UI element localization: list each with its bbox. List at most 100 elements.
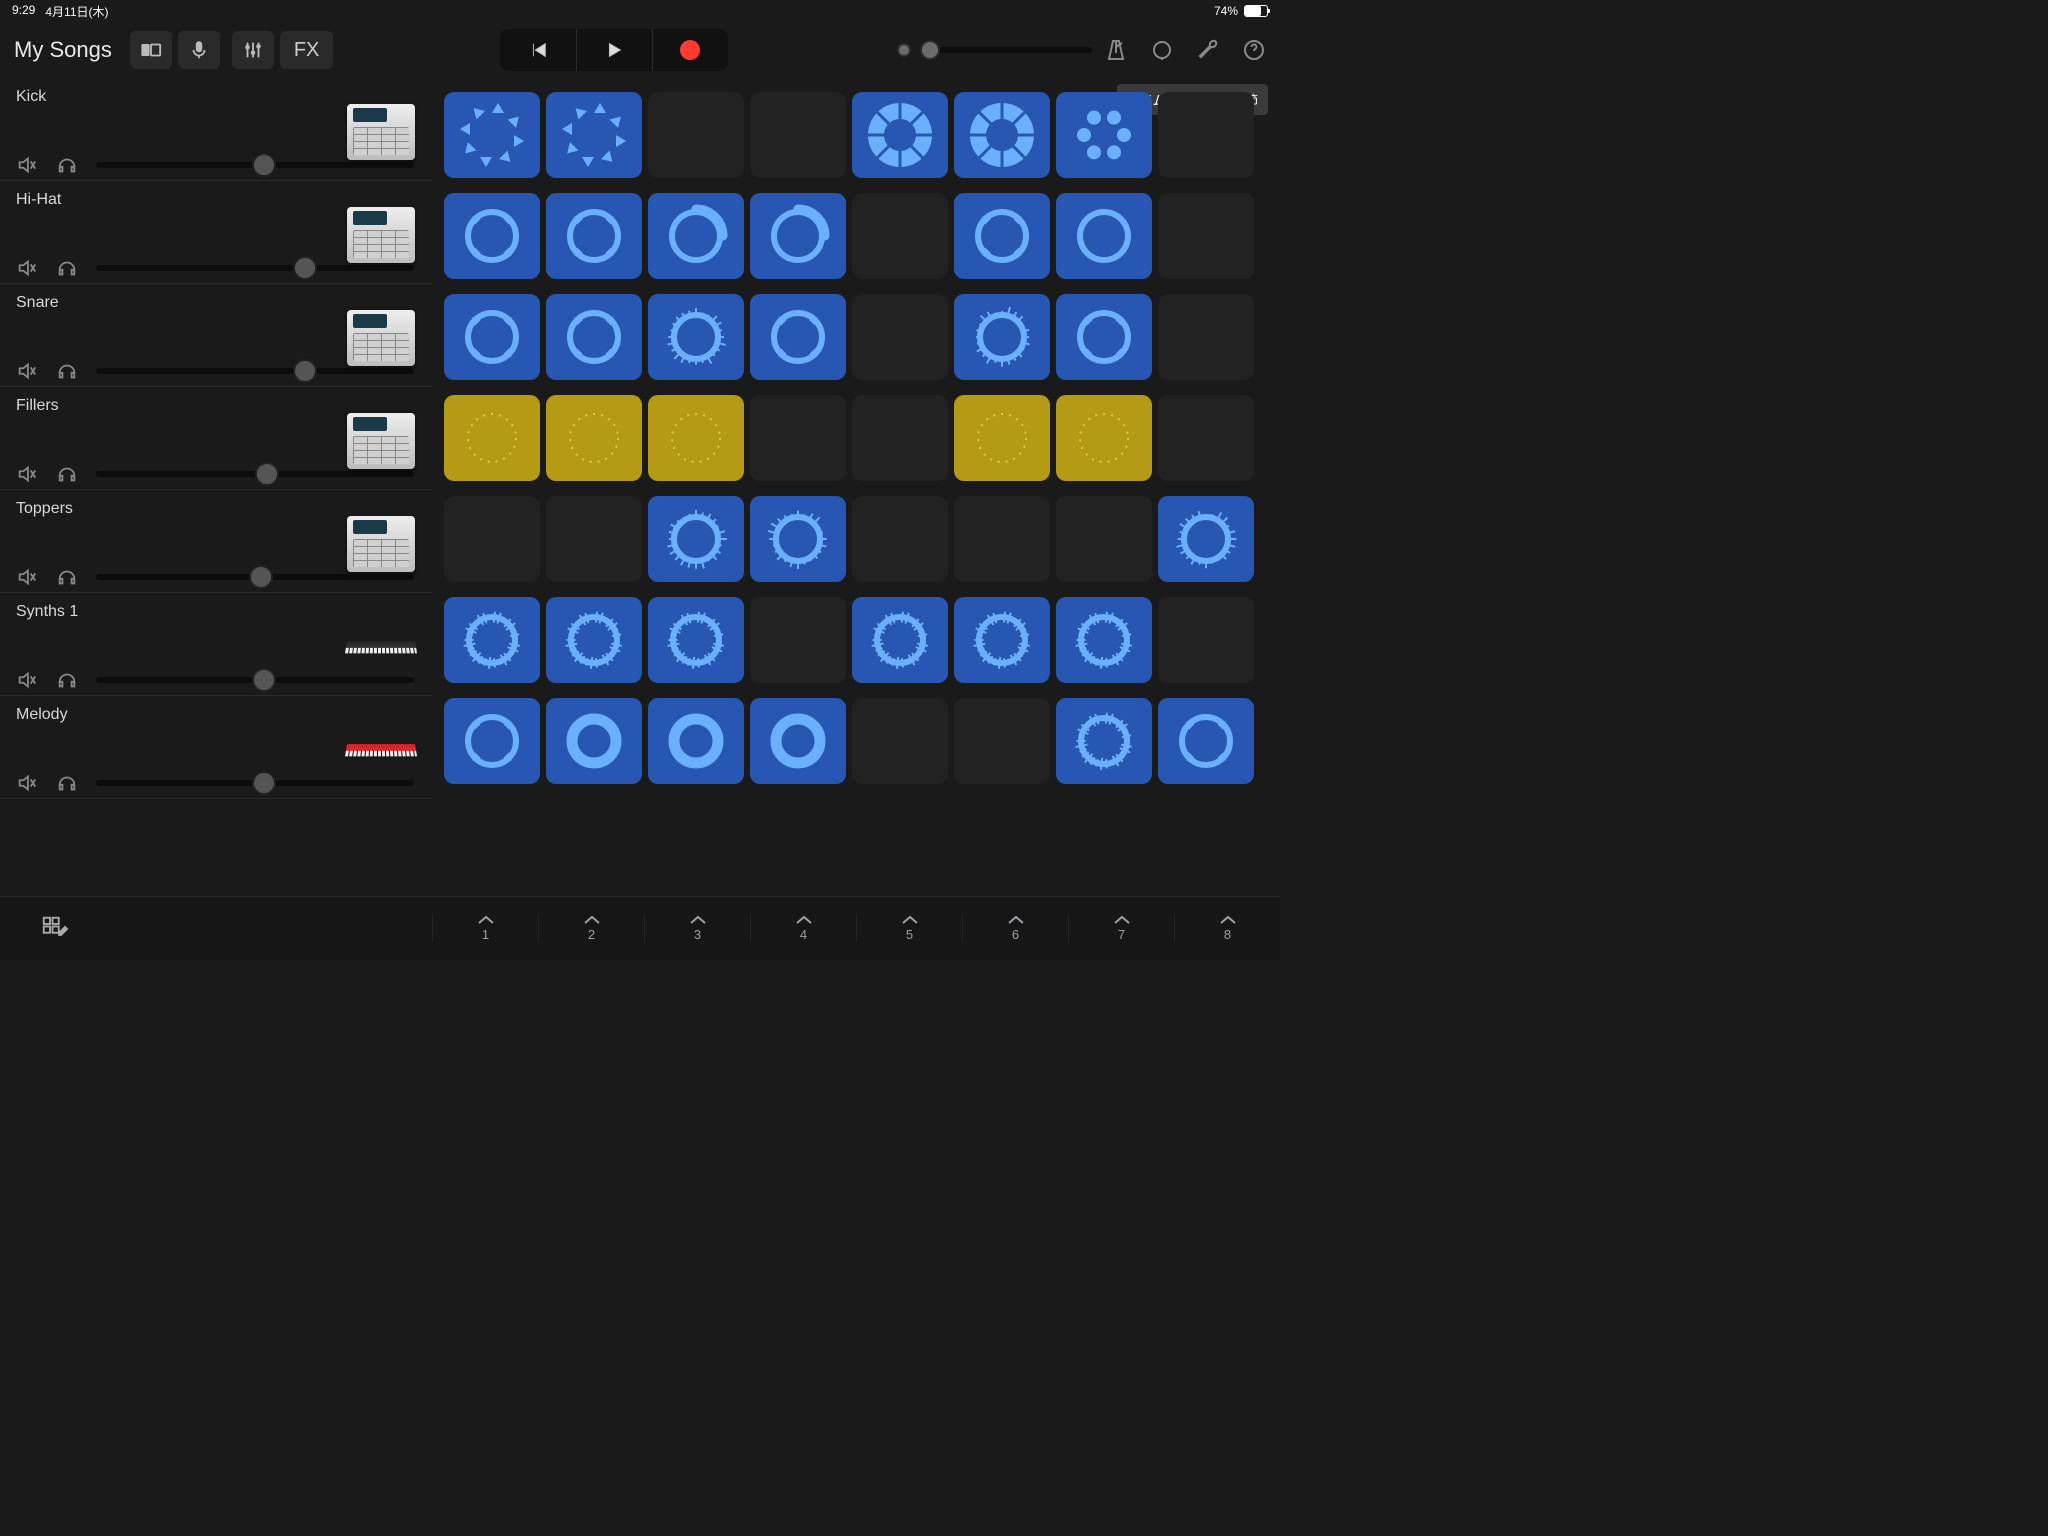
loop-cell[interactable] bbox=[444, 395, 540, 481]
loop-cell[interactable] bbox=[444, 193, 540, 279]
headphones-icon[interactable] bbox=[56, 257, 78, 279]
loop-cell[interactable] bbox=[954, 496, 1050, 582]
loop-cell[interactable] bbox=[750, 597, 846, 683]
mute-icon[interactable] bbox=[16, 463, 38, 485]
loop-cell[interactable] bbox=[648, 395, 744, 481]
mixer-button[interactable] bbox=[232, 31, 274, 69]
headphones-icon[interactable] bbox=[56, 669, 78, 691]
view-toggle-button[interactable] bbox=[130, 31, 172, 69]
loop-cell[interactable] bbox=[750, 698, 846, 784]
instrument-icon[interactable] bbox=[342, 203, 420, 267]
loop-cell[interactable] bbox=[1056, 193, 1152, 279]
loop-cell[interactable] bbox=[750, 294, 846, 380]
headphones-icon[interactable] bbox=[56, 772, 78, 794]
instrument-icon[interactable] bbox=[342, 306, 420, 370]
loop-cell[interactable] bbox=[1158, 698, 1254, 784]
settings-wrench-icon[interactable] bbox=[1196, 38, 1220, 62]
track-row[interactable]: Snare bbox=[0, 284, 432, 387]
loop-cell[interactable] bbox=[1158, 193, 1254, 279]
column-trigger[interactable]: 5 bbox=[856, 915, 962, 942]
loop-cell[interactable] bbox=[546, 496, 642, 582]
mute-icon[interactable] bbox=[16, 257, 38, 279]
loop-browser-icon[interactable] bbox=[1150, 38, 1174, 62]
loop-cell[interactable] bbox=[546, 193, 642, 279]
mute-icon[interactable] bbox=[16, 154, 38, 176]
track-row[interactable]: Fillers bbox=[0, 387, 432, 490]
go-to-start-button[interactable] bbox=[500, 29, 576, 71]
loop-cell[interactable] bbox=[954, 597, 1050, 683]
loop-cell[interactable] bbox=[546, 597, 642, 683]
column-trigger[interactable]: 6 bbox=[962, 915, 1068, 942]
loop-cell[interactable] bbox=[954, 294, 1050, 380]
loop-cell[interactable] bbox=[648, 698, 744, 784]
loop-cell[interactable] bbox=[1056, 92, 1152, 178]
loop-cell[interactable] bbox=[750, 496, 846, 582]
loop-cell[interactable] bbox=[750, 395, 846, 481]
loop-cell[interactable] bbox=[852, 597, 948, 683]
loop-cell[interactable] bbox=[546, 92, 642, 178]
column-trigger[interactable]: 1 bbox=[432, 915, 538, 942]
loop-cell[interactable] bbox=[954, 193, 1050, 279]
grid-edit-icon[interactable] bbox=[40, 914, 70, 944]
loop-cell[interactable] bbox=[750, 193, 846, 279]
loop-cell[interactable] bbox=[852, 193, 948, 279]
mute-icon[interactable] bbox=[16, 566, 38, 588]
play-button[interactable] bbox=[576, 29, 652, 71]
loop-cell[interactable] bbox=[852, 698, 948, 784]
metronome-icon[interactable] bbox=[1104, 38, 1128, 62]
headphones-icon[interactable] bbox=[56, 154, 78, 176]
loop-cell[interactable] bbox=[1056, 395, 1152, 481]
loop-cell[interactable] bbox=[648, 294, 744, 380]
track-row[interactable]: Kick bbox=[0, 78, 432, 181]
instrument-icon[interactable] bbox=[342, 512, 420, 576]
loop-cell[interactable] bbox=[1158, 395, 1254, 481]
instrument-icon[interactable] bbox=[342, 409, 420, 473]
headphones-icon[interactable] bbox=[56, 360, 78, 382]
mute-icon[interactable] bbox=[16, 360, 38, 382]
loop-cell[interactable] bbox=[954, 698, 1050, 784]
headphones-icon[interactable] bbox=[56, 566, 78, 588]
loop-cell[interactable] bbox=[1158, 496, 1254, 582]
loop-cell[interactable] bbox=[852, 395, 948, 481]
column-trigger[interactable]: 4 bbox=[750, 915, 856, 942]
headphones-icon[interactable] bbox=[56, 463, 78, 485]
track-row[interactable]: Synths 1 bbox=[0, 593, 432, 696]
loop-cell[interactable] bbox=[648, 92, 744, 178]
track-row[interactable]: Melody bbox=[0, 696, 432, 799]
loop-cell[interactable] bbox=[954, 395, 1050, 481]
fx-button[interactable]: FX bbox=[280, 31, 334, 69]
column-trigger[interactable]: 8 bbox=[1174, 915, 1280, 942]
mute-icon[interactable] bbox=[16, 669, 38, 691]
my-songs-button[interactable]: My Songs bbox=[14, 37, 112, 63]
loop-cell[interactable] bbox=[750, 92, 846, 178]
loop-cell[interactable] bbox=[444, 496, 540, 582]
master-volume[interactable] bbox=[894, 40, 1092, 60]
track-row[interactable]: Toppers bbox=[0, 490, 432, 593]
microphone-button[interactable] bbox=[178, 31, 220, 69]
loop-cell[interactable] bbox=[1158, 92, 1254, 178]
loop-cell[interactable] bbox=[852, 496, 948, 582]
loop-cell[interactable] bbox=[444, 597, 540, 683]
loop-cell[interactable] bbox=[444, 92, 540, 178]
loop-cell[interactable] bbox=[1056, 294, 1152, 380]
instrument-icon[interactable] bbox=[342, 100, 420, 164]
loop-cell[interactable] bbox=[1056, 496, 1152, 582]
loop-cell[interactable] bbox=[852, 92, 948, 178]
help-icon[interactable] bbox=[1242, 38, 1266, 62]
loop-cell[interactable] bbox=[648, 496, 744, 582]
column-trigger[interactable]: 3 bbox=[644, 915, 750, 942]
column-trigger[interactable]: 7 bbox=[1068, 915, 1174, 942]
column-trigger[interactable]: 2 bbox=[538, 915, 644, 942]
track-row[interactable]: Hi-Hat bbox=[0, 181, 432, 284]
record-button[interactable] bbox=[652, 29, 728, 71]
loop-cell[interactable] bbox=[444, 698, 540, 784]
loop-cell[interactable] bbox=[444, 294, 540, 380]
loop-cell[interactable] bbox=[546, 698, 642, 784]
mute-icon[interactable] bbox=[16, 772, 38, 794]
instrument-icon[interactable] bbox=[342, 615, 420, 679]
loop-cell[interactable] bbox=[1158, 294, 1254, 380]
instrument-icon[interactable] bbox=[342, 718, 420, 782]
loop-cell[interactable] bbox=[546, 294, 642, 380]
loop-cell[interactable] bbox=[1056, 597, 1152, 683]
loop-cell[interactable] bbox=[1158, 597, 1254, 683]
